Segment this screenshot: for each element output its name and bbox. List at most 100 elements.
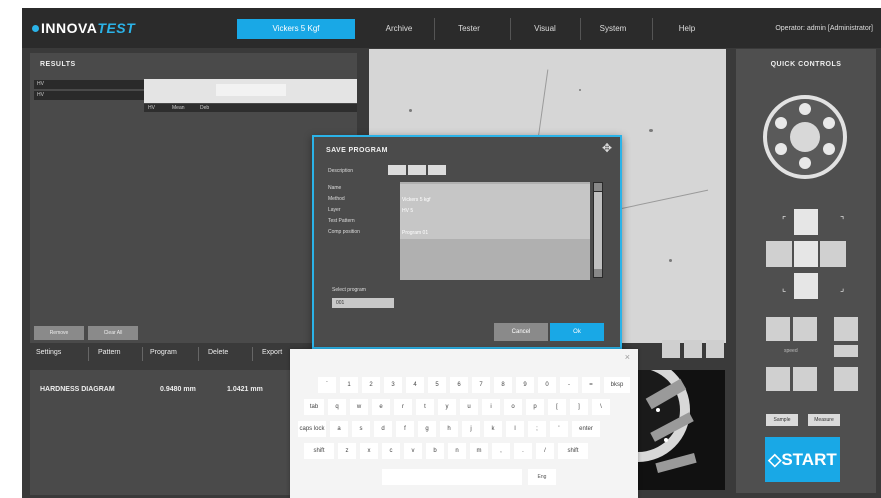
key[interactable]: y [438,399,456,415]
turret-position[interactable] [775,117,787,129]
key[interactable]: ` [318,377,336,393]
name-field[interactable] [400,184,590,195]
stage-left-button[interactable] [766,241,792,267]
key[interactable]: / [536,443,554,459]
key[interactable]: s [352,421,370,437]
pattern-field[interactable] [428,165,446,175]
test-pattern-field[interactable] [400,217,590,228]
key[interactable]: 1 [340,377,358,393]
key[interactable]: ; [528,421,546,437]
turret-position[interactable] [775,143,787,155]
key[interactable]: f [396,421,414,437]
turret-dial[interactable] [763,95,847,179]
language-key[interactable]: Eng [528,469,556,485]
key[interactable]: e [372,399,390,415]
nav-program[interactable]: Program [150,349,177,356]
key[interactable]: p [526,399,544,415]
result-row[interactable]: HV [34,91,144,100]
key[interactable]: 3 [384,377,402,393]
key[interactable]: shift [558,443,588,459]
speed-button[interactable] [834,345,858,357]
key[interactable]: caps lock [298,421,326,437]
image-settings-button[interactable] [706,340,724,358]
key[interactable]: ' [550,421,568,437]
key[interactable]: h [440,421,458,437]
close-icon[interactable]: ✥ [602,141,612,155]
key[interactable]: 0 [538,377,556,393]
key[interactable]: bksp [604,377,630,393]
nav-delete[interactable]: Delete [208,349,228,356]
comp-position-field[interactable]: Program 01 [400,228,590,239]
sample-button[interactable]: Sample [766,414,798,426]
pattern-field[interactable] [388,165,406,175]
key[interactable]: x [360,443,378,459]
result-row[interactable]: HV [34,80,144,89]
start-button[interactable]: ◇START [765,437,840,482]
key[interactable]: v [404,443,422,459]
focus-down-button[interactable] [766,367,790,391]
key[interactable]: k [484,421,502,437]
key[interactable]: 9 [516,377,534,393]
key[interactable]: = [582,377,600,393]
key[interactable]: l [506,421,524,437]
key[interactable]: \ [592,399,610,415]
pattern-field[interactable] [408,165,426,175]
key[interactable]: g [418,421,436,437]
tab-visual[interactable]: Visual [520,19,570,39]
clear-all-button[interactable]: Clear All [88,326,138,340]
key[interactable]: q [328,399,346,415]
zoom-out-button[interactable] [834,367,858,391]
key[interactable]: 2 [362,377,380,393]
key[interactable]: a [330,421,348,437]
measure-button[interactable]: Measure [808,414,840,426]
image-zoom-button[interactable] [662,340,680,358]
key[interactable]: n [448,443,466,459]
scroll-down-icon[interactable] [594,269,602,277]
key[interactable]: 8 [494,377,512,393]
image-fit-button[interactable] [684,340,702,358]
key[interactable]: z [338,443,356,459]
turret-position[interactable] [823,117,835,129]
tab-archive[interactable]: Archive [374,19,424,39]
keyboard-close-icon[interactable]: × [625,352,630,362]
dialog-scrollbar[interactable] [593,182,603,278]
key[interactable]: 6 [450,377,468,393]
key[interactable]: r [394,399,412,415]
key[interactable]: i [482,399,500,415]
ok-button[interactable]: Ok [550,323,604,341]
key[interactable]: shift [304,443,334,459]
key[interactable]: c [382,443,400,459]
tab-system[interactable]: System [588,19,638,39]
key[interactable]: d [374,421,392,437]
turret-center[interactable] [790,122,820,152]
turret-position[interactable] [799,103,811,115]
key[interactable]: enter [572,421,600,437]
key[interactable]: 5 [428,377,446,393]
key[interactable]: 7 [472,377,490,393]
focus-up-button[interactable] [766,317,790,341]
key[interactable]: [ [548,399,566,415]
program-fields-list[interactable]: Vickers 5 kgf HV 5 Program 01 [400,182,590,280]
nav-settings[interactable]: Settings [36,349,61,356]
stage-down-button[interactable] [794,273,818,299]
scroll-thumb[interactable] [594,192,602,270]
nav-export[interactable]: Export [262,349,282,356]
sample-overview[interactable] [628,370,725,490]
key[interactable]: j [462,421,480,437]
focus-auto-button[interactable] [793,367,817,391]
cancel-button[interactable]: Cancel [494,323,548,341]
space-key[interactable] [382,469,522,485]
key[interactable]: m [470,443,488,459]
key[interactable]: ] [570,399,588,415]
layer-field[interactable]: HV 5 [400,206,590,217]
key[interactable]: - [560,377,578,393]
program-select[interactable]: 001 [332,298,394,308]
tab-vickers[interactable]: Vickers 5 Kgf [237,19,355,39]
key[interactable]: b [426,443,444,459]
tab-help[interactable]: Help [662,19,712,39]
key[interactable]: tab [304,399,324,415]
turret-position[interactable] [799,157,811,169]
stage-up-button[interactable] [794,209,818,235]
method-field[interactable]: Vickers 5 kgf [400,195,590,206]
stage-center-button[interactable] [794,241,818,267]
